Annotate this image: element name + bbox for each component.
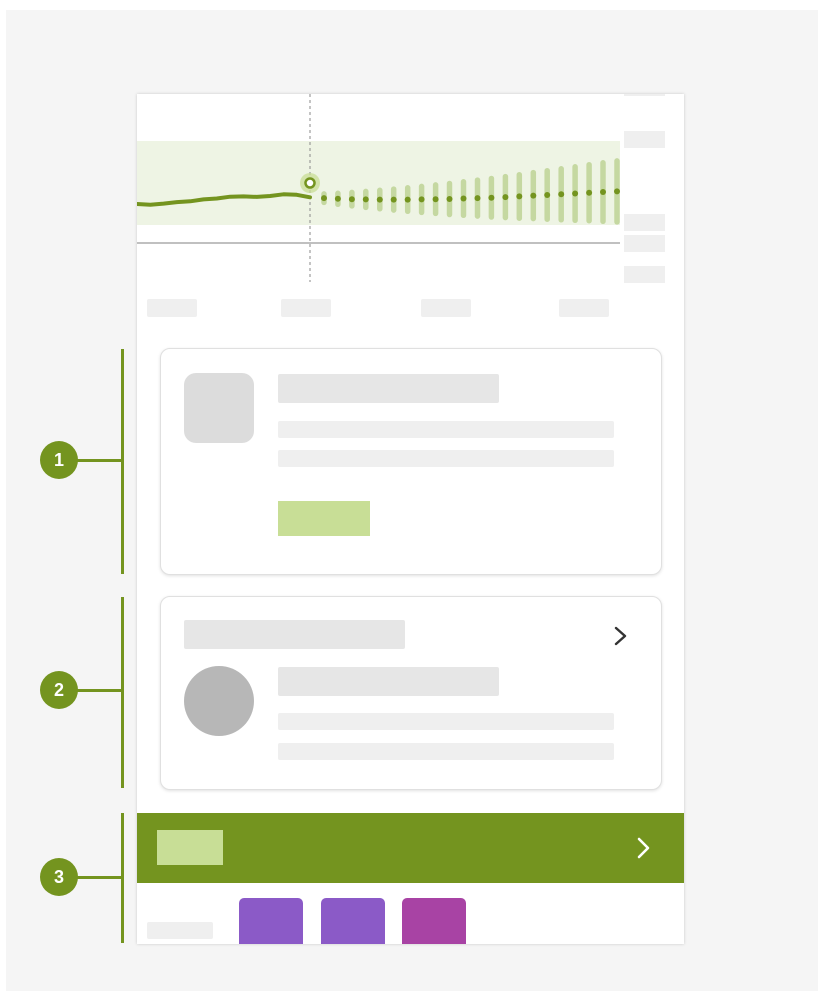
x-tick-placeholder: [559, 299, 609, 317]
x-tick-placeholder: [421, 299, 471, 317]
card-thumbnail: [184, 373, 254, 443]
chart-current-point: [304, 177, 316, 189]
chevron-right-icon[interactable]: [609, 625, 631, 647]
chevron-right-icon[interactable]: [632, 836, 654, 860]
chart-forecast-point: [572, 190, 579, 197]
callout-leader: [77, 876, 123, 879]
x-tick-placeholder: [281, 299, 331, 317]
info-card[interactable]: [160, 348, 662, 575]
y-tick-placeholder: [624, 214, 665, 231]
chart-forecast-point: [348, 196, 355, 203]
chart-forecast-point: [558, 191, 565, 198]
card-header-placeholder: [184, 620, 405, 649]
card-text-line: [278, 421, 614, 438]
callout-marker-1: 1: [40, 441, 78, 479]
promo-banner[interactable]: [137, 813, 684, 883]
callout-bracket: [121, 597, 124, 788]
app-tile[interactable]: [239, 898, 303, 944]
y-tick-placeholder: [624, 131, 665, 148]
chart-forecast-point: [418, 196, 425, 203]
chart-forecast-point: [460, 195, 467, 202]
callout-marker-2: 2: [40, 671, 78, 709]
chart-forecast-point: [404, 196, 411, 203]
y-tick-placeholder: [624, 235, 665, 252]
x-tick-placeholder: [147, 299, 197, 317]
banner-label-placeholder: [157, 830, 223, 865]
profile-card[interactable]: [160, 596, 662, 790]
chart-forecast-point: [474, 195, 481, 202]
chart-forecast-point: [362, 196, 369, 203]
chart-forecast-point: [390, 196, 397, 203]
app-tile[interactable]: [402, 898, 466, 944]
chart-forecast-point: [516, 193, 523, 200]
card-text-line: [278, 450, 614, 467]
card-title-placeholder: [278, 667, 499, 696]
chart-forecast-point: [446, 196, 453, 202]
chart-forecast-point: [544, 192, 551, 198]
app-tile[interactable]: [321, 898, 385, 944]
chart-forecast-point: [376, 196, 383, 203]
y-tick-placeholder: [624, 94, 665, 96]
chart-forecast-point: [614, 188, 620, 195]
forecast-chart: [137, 94, 665, 283]
chart-forecast-point: [586, 189, 593, 196]
card-text-line: [278, 713, 614, 730]
section-label-placeholder: [147, 922, 213, 939]
phone-screen: [137, 94, 684, 944]
card-text-line: [278, 743, 614, 760]
chart-forecast-point: [432, 196, 439, 203]
chart-forecast-point: [488, 194, 495, 201]
chart-forecast-point: [600, 189, 606, 195]
avatar: [184, 666, 254, 736]
chart-forecast-point: [502, 194, 509, 201]
y-tick-placeholder: [624, 266, 665, 283]
chart-forecast-point: [334, 195, 341, 202]
card-title-placeholder: [278, 374, 499, 403]
chart-forecast-point: [530, 192, 537, 199]
callout-marker-3: 3: [40, 858, 78, 896]
chart-forecast-point: [321, 195, 327, 202]
card-action-button[interactable]: [278, 501, 370, 536]
callout-leader: [77, 689, 123, 692]
callout-leader: [77, 459, 123, 462]
